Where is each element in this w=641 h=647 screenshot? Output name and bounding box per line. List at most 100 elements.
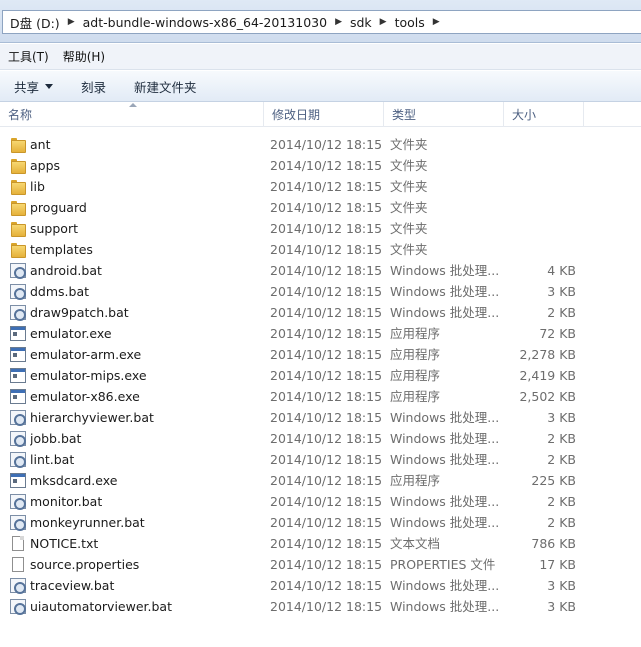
file-type: Windows 批处理... bbox=[390, 305, 500, 320]
share-button-label: 共享 bbox=[14, 79, 40, 95]
text-document-icon bbox=[12, 536, 24, 551]
batch-file-icon bbox=[10, 410, 26, 426]
file-type: Windows 批处理... bbox=[390, 578, 500, 593]
address-bar: D盘 (D:) ▶ adt-bundle-windows-x86_64-2013… bbox=[0, 0, 641, 43]
file-date: 2014/10/12 18:15 bbox=[270, 515, 382, 530]
batch-file-icon bbox=[10, 284, 26, 300]
application-icon bbox=[10, 326, 26, 341]
file-size bbox=[502, 239, 576, 260]
file-date: 2014/10/12 18:15 bbox=[270, 536, 382, 551]
file-row[interactable]: monitor.bat 2014/10/12 18:15 Windows 批处理..… bbox=[0, 491, 641, 512]
file-type: 应用程序 bbox=[390, 347, 441, 362]
column-header-type[interactable]: 类型 bbox=[384, 102, 504, 127]
file-date: 2014/10/12 18:15 bbox=[270, 179, 382, 194]
file-row[interactable]: emulator-x86.exe 2014/10/12 18:15 应用程序 2,50… bbox=[0, 386, 641, 407]
breadcrumb-separator-icon[interactable]: ▶ bbox=[63, 17, 80, 27]
file-row[interactable]: uiautomatorviewer.bat 2014/10/12 18:15 Win… bbox=[0, 596, 641, 617]
file-row[interactable]: ant 2014/10/12 18:15 文件夹 bbox=[0, 134, 641, 155]
file-row[interactable]: android.bat 2014/10/12 18:15 Windows 批处理..… bbox=[0, 260, 641, 281]
file-row[interactable]: templates 2014/10/12 18:15 文件夹 bbox=[0, 239, 641, 260]
file-name: source.properties bbox=[30, 557, 140, 572]
breadcrumb-separator-icon[interactable]: ▶ bbox=[428, 17, 445, 27]
file-name: emulator-x86.exe bbox=[30, 389, 140, 404]
breadcrumb-drive[interactable]: D盘 (D:) bbox=[7, 13, 63, 32]
file-name: proguard bbox=[30, 200, 87, 215]
breadcrumb-tools-folder[interactable]: tools bbox=[392, 15, 428, 30]
file-date: 2014/10/12 18:15 bbox=[270, 158, 382, 173]
folder-icon bbox=[10, 242, 26, 258]
file-size: 3 KB bbox=[547, 599, 576, 614]
file-list: ant 2014/10/12 18:15 文件夹 apps 2014/10/12 18:… bbox=[0, 134, 641, 617]
file-row[interactable]: apps 2014/10/12 18:15 文件夹 bbox=[0, 155, 641, 176]
file-date: 2014/10/12 18:15 bbox=[270, 431, 382, 446]
batch-file-icon bbox=[10, 494, 26, 510]
file-type: Windows 批处理... bbox=[390, 263, 500, 278]
breadcrumb-separator-icon[interactable]: ▶ bbox=[375, 17, 392, 27]
breadcrumb-sdk-folder[interactable]: sdk bbox=[347, 15, 375, 30]
file-type: 文本文档 bbox=[390, 536, 441, 551]
file-row[interactable]: jobb.bat 2014/10/12 18:15 Windows 批处理... 2 … bbox=[0, 428, 641, 449]
file-size: 17 KB bbox=[539, 557, 576, 572]
file-type: 应用程序 bbox=[390, 368, 441, 383]
file-row[interactable]: ddms.bat 2014/10/12 18:15 Windows 批处理... 3 … bbox=[0, 281, 641, 302]
burn-button[interactable]: 刻录 bbox=[81, 77, 106, 96]
file-row[interactable]: mksdcard.exe 2014/10/12 18:15 应用程序 225 KB bbox=[0, 470, 641, 491]
sort-ascending-icon bbox=[129, 103, 137, 107]
address-box[interactable]: D盘 (D:) ▶ adt-bundle-windows-x86_64-2013… bbox=[2, 10, 641, 34]
file-type: Windows 批处理... bbox=[390, 410, 500, 425]
file-size: 2 KB bbox=[547, 494, 576, 509]
file-name: android.bat bbox=[30, 263, 102, 278]
menu-tools[interactable]: 工具(T) bbox=[6, 46, 57, 67]
folder-icon bbox=[10, 221, 26, 237]
breadcrumb-separator-icon[interactable]: ▶ bbox=[330, 17, 347, 27]
file-row[interactable]: monkeyrunner.bat 2014/10/12 18:15 Windows … bbox=[0, 512, 641, 533]
file-name: templates bbox=[30, 242, 93, 257]
column-header-name[interactable]: 名称 bbox=[0, 102, 264, 127]
file-row[interactable]: lib 2014/10/12 18:15 文件夹 bbox=[0, 176, 641, 197]
file-row[interactable]: lint.bat 2014/10/12 18:15 Windows 批处理... 2 … bbox=[0, 449, 641, 470]
breadcrumb-bundle-folder[interactable]: adt-bundle-windows-x86_64-20131030 bbox=[80, 15, 330, 30]
file-row[interactable]: traceview.bat 2014/10/12 18:15 Windows 批处理… bbox=[0, 575, 641, 596]
file-row[interactable]: emulator-mips.exe 2014/10/12 18:15 应用程序 2,4… bbox=[0, 365, 641, 386]
column-header-name-label: 名称 bbox=[8, 108, 33, 122]
file-row[interactable]: emulator-arm.exe 2014/10/12 18:15 应用程序 2,27… bbox=[0, 344, 641, 365]
application-icon bbox=[10, 368, 26, 383]
file-size bbox=[502, 197, 576, 218]
file-date: 2014/10/12 18:15 bbox=[270, 473, 382, 488]
file-type: 文件夹 bbox=[390, 200, 428, 215]
column-header-date[interactable]: 修改日期 bbox=[264, 102, 384, 127]
file-name: jobb.bat bbox=[30, 431, 82, 446]
file-row[interactable]: source.properties 2014/10/12 18:15 PROPERT… bbox=[0, 554, 641, 575]
file-size bbox=[502, 155, 576, 176]
file-type: 文件夹 bbox=[390, 221, 428, 236]
file-row[interactable]: support 2014/10/12 18:15 文件夹 bbox=[0, 218, 641, 239]
file-date: 2014/10/12 18:15 bbox=[270, 242, 382, 257]
file-type: Windows 批处理... bbox=[390, 494, 500, 509]
file-row[interactable]: NOTICE.txt 2014/10/12 18:15 文本文档 786 KB bbox=[0, 533, 641, 554]
file-date: 2014/10/12 18:15 bbox=[270, 347, 382, 362]
new-folder-button[interactable]: 新建文件夹 bbox=[134, 77, 197, 96]
column-header-size-label: 大小 bbox=[512, 108, 537, 122]
properties-file-icon bbox=[12, 557, 24, 572]
file-name: lint.bat bbox=[30, 452, 75, 467]
file-type: Windows 批处理... bbox=[390, 431, 500, 446]
file-row[interactable]: proguard 2014/10/12 18:15 文件夹 bbox=[0, 197, 641, 218]
file-date: 2014/10/12 18:15 bbox=[270, 284, 382, 299]
share-button[interactable]: 共享 bbox=[14, 77, 54, 96]
file-row[interactable]: hierarchyviewer.bat 2014/10/12 18:15 Windo… bbox=[0, 407, 641, 428]
file-row[interactable]: emulator.exe 2014/10/12 18:15 应用程序 72 KB bbox=[0, 323, 641, 344]
menu-help[interactable]: 帮助(H) bbox=[61, 46, 113, 67]
menu-bar: 工具(T) 帮助(H) bbox=[0, 44, 641, 70]
file-date: 2014/10/12 18:15 bbox=[270, 263, 382, 278]
dropdown-arrow-icon bbox=[45, 83, 54, 89]
column-header-size[interactable]: 大小 bbox=[504, 102, 584, 127]
file-date: 2014/10/12 18:15 bbox=[270, 494, 382, 509]
file-type: 文件夹 bbox=[390, 137, 428, 152]
file-name: uiautomatorviewer.bat bbox=[30, 599, 172, 614]
file-date: 2014/10/12 18:15 bbox=[270, 221, 382, 236]
application-icon bbox=[10, 473, 26, 488]
file-row[interactable]: draw9patch.bat 2014/10/12 18:15 Windows 批处… bbox=[0, 302, 641, 323]
batch-file-icon bbox=[10, 431, 26, 447]
file-type: Windows 批处理... bbox=[390, 599, 500, 614]
file-name: ant bbox=[30, 137, 51, 152]
